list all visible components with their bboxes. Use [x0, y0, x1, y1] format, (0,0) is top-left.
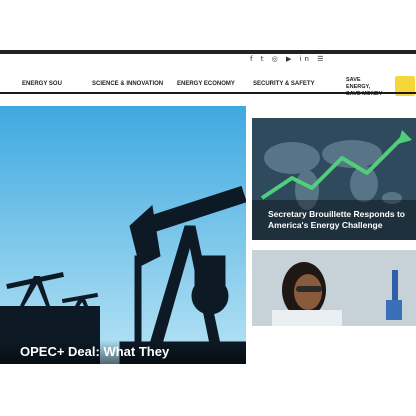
hero-image[interactable] [0, 106, 246, 364]
article-card-headline[interactable]: Secretary Brouillette Responds to Americ… [268, 209, 413, 231]
header-divider [0, 50, 416, 54]
nav-item-energy-sources[interactable]: Energy Sou [22, 81, 62, 87]
nav-item-energy-economy[interactable]: Energy Economy [177, 81, 235, 87]
site-header [0, 0, 416, 78]
pumpjack-illustration [0, 106, 246, 364]
nav-item-security-safety[interactable]: Security & Safety [253, 81, 315, 87]
nav-item-science-innovation[interactable]: Science & Innovation [92, 81, 163, 87]
save-energy-link[interactable]: Save Energy, Save Money [346, 77, 386, 97]
page-bottom [0, 364, 416, 416]
social-links[interactable]: f t ◎ ▶ in ☰ [250, 55, 326, 63]
nav-underline [0, 92, 416, 94]
article-card-image-2[interactable] [252, 250, 416, 326]
scientist-photo [252, 250, 416, 326]
hero-headline[interactable]: OPEC+ Deal: What They [20, 344, 169, 359]
